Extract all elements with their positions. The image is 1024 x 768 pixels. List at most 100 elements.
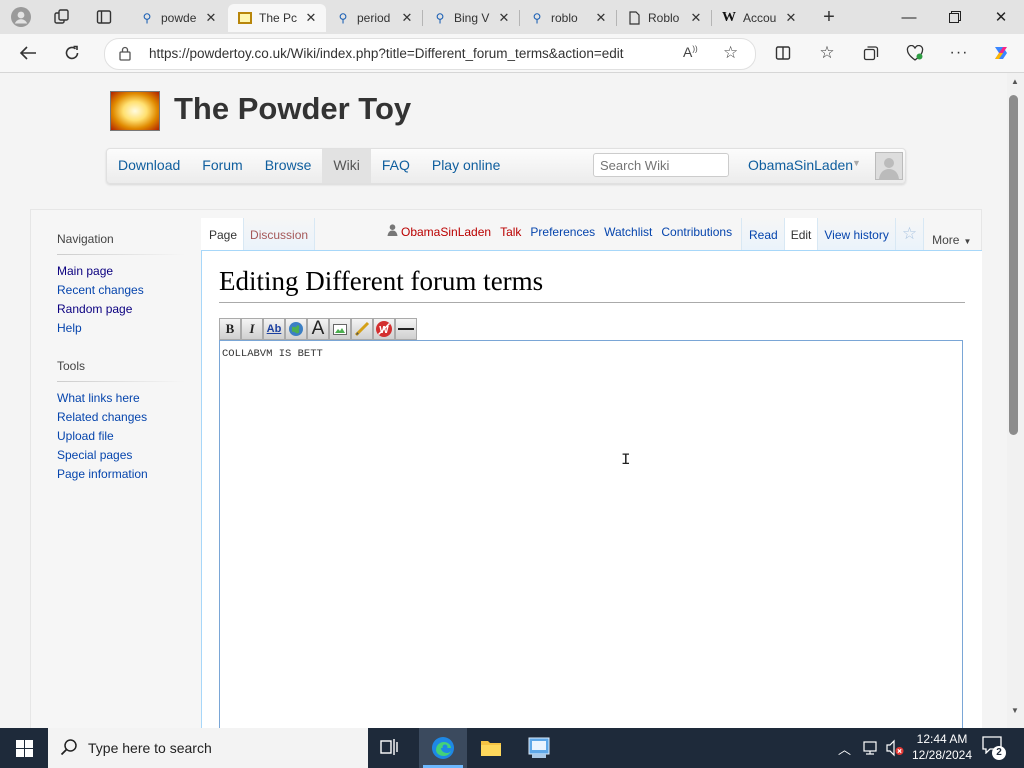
heading-button[interactable]: A: [307, 318, 329, 340]
nav-download[interactable]: Download: [107, 149, 191, 183]
more-menu-icon[interactable]: ···: [944, 39, 974, 67]
minimize-icon[interactable]: —: [886, 0, 932, 34]
browser-tab[interactable]: ⚲ Bing V ✕: [423, 4, 519, 32]
personal-username-link[interactable]: ObamaSinLaden: [401, 225, 491, 239]
sidebar-item-page-information[interactable]: Page information: [57, 465, 148, 484]
browser-tab[interactable]: ⚲ roblo ✕: [520, 4, 616, 32]
powder-toy-logo[interactable]: [110, 91, 160, 131]
close-tab-icon[interactable]: ✕: [592, 10, 610, 26]
more-menu[interactable]: More ▼: [923, 218, 974, 250]
taskbar-app-remote[interactable]: [515, 728, 563, 768]
copilot-icon[interactable]: [986, 39, 1016, 67]
clock[interactable]: 12:44 AM 12/28/2024: [910, 731, 974, 763]
browser-tab-title: powde: [161, 11, 197, 25]
chevron-down-icon[interactable]: ▼: [852, 158, 861, 168]
tab-read[interactable]: Read: [741, 218, 784, 250]
nav-browse[interactable]: Browse: [254, 149, 323, 183]
close-tab-icon[interactable]: ✕: [687, 10, 705, 26]
external-link-button[interactable]: [285, 318, 307, 340]
scroll-down-icon[interactable]: ▼: [1011, 706, 1019, 715]
browser-tab-title: roblo: [551, 11, 578, 25]
split-screen-icon[interactable]: [768, 39, 798, 67]
close-tab-icon[interactable]: ✕: [782, 10, 800, 26]
close-window-icon[interactable]: ✕: [978, 0, 1024, 34]
sidebar-item-main-page[interactable]: Main page: [57, 262, 144, 281]
sidebar-item-related-changes[interactable]: Related changes: [57, 408, 148, 427]
sidebar-item-what-links-here[interactable]: What links here: [57, 389, 148, 408]
nav-forum[interactable]: Forum: [191, 149, 253, 183]
nowiki-button[interactable]: W: [373, 318, 395, 340]
wiki-search-input[interactable]: [593, 153, 729, 177]
sidebar-item-help[interactable]: Help: [57, 319, 144, 338]
lock-icon[interactable]: [119, 46, 131, 64]
address-bar[interactable]: https://powdertoy.co.uk/Wiki/index.php?t…: [104, 38, 756, 70]
notifications-button[interactable]: 2: [982, 736, 1006, 760]
embedded-file-button[interactable]: [329, 318, 351, 340]
browser-essentials-icon[interactable]: [900, 39, 930, 67]
url-text[interactable]: https://powdertoy.co.uk/Wiki/index.php?t…: [149, 46, 624, 61]
network-icon[interactable]: [862, 739, 880, 760]
read-aloud-icon[interactable]: A)): [683, 44, 698, 60]
tab-page[interactable]: Page: [201, 218, 245, 250]
tab-view-history[interactable]: View history: [817, 218, 895, 250]
nav-wiki-active[interactable]: Wiki: [322, 149, 371, 183]
edit-toolbar: B I Ab A W: [219, 318, 417, 340]
personal-contributions-link[interactable]: Contributions: [661, 225, 732, 239]
internal-link-button[interactable]: Ab: [263, 318, 285, 340]
close-tab-icon[interactable]: ✕: [302, 10, 320, 26]
taskbar-app-edge[interactable]: [419, 728, 467, 768]
workspaces-icon[interactable]: [48, 6, 76, 28]
close-tab-icon[interactable]: ✕: [398, 10, 416, 26]
tab-discussion[interactable]: Discussion: [244, 218, 316, 250]
bold-button[interactable]: B: [219, 318, 241, 340]
browser-tab[interactable]: W Accou ✕: [712, 4, 806, 32]
browser-tab-title: Roblo: [648, 11, 680, 25]
scrollbar-thumb[interactable]: [1009, 95, 1018, 435]
nav-play-online[interactable]: Play online: [421, 149, 512, 183]
profile-icon[interactable]: [8, 6, 34, 28]
browser-tab-active[interactable]: The Pc ✕: [228, 4, 326, 32]
start-button[interactable]: [0, 728, 48, 768]
close-tab-icon[interactable]: ✕: [495, 10, 513, 26]
horizontal-line-button[interactable]: [395, 318, 417, 340]
page-scrollbar[interactable]: ▲ ▼: [1007, 73, 1024, 728]
restore-icon[interactable]: [932, 0, 978, 34]
favorites-icon[interactable]: ☆: [812, 39, 842, 67]
new-tab-icon[interactable]: +: [816, 5, 842, 29]
collections-icon[interactable]: [856, 39, 886, 67]
personal-talk-link[interactable]: Talk: [500, 225, 521, 239]
user-menu[interactable]: ObamaSinLaden: [748, 157, 853, 173]
browser-tab-title: Accou: [743, 11, 777, 25]
sidebar-item-recent-changes[interactable]: Recent changes: [57, 281, 144, 300]
sidebar-item-random-page[interactable]: Random page: [57, 300, 144, 319]
scroll-up-icon[interactable]: ▲: [1011, 77, 1019, 86]
italic-button[interactable]: I: [241, 318, 263, 340]
taskbar-app-file-explorer[interactable]: [467, 728, 515, 768]
user-icon: [387, 224, 398, 239]
browser-tab[interactable]: ⚲ period ✕: [326, 4, 422, 32]
sidebar-item-upload-file[interactable]: Upload file: [57, 427, 148, 446]
edit-textarea[interactable]: COLLABVM IS BETT: [219, 340, 963, 728]
taskbar-search-box[interactable]: Type here to search: [48, 728, 368, 768]
close-tab-icon[interactable]: ✕: [202, 10, 220, 26]
powder-toy-favicon: [238, 11, 252, 25]
sidebar-item-special-pages[interactable]: Special pages: [57, 446, 148, 465]
personal-preferences-link[interactable]: Preferences: [530, 225, 595, 239]
task-view-icon[interactable]: [378, 737, 404, 759]
tab-edit[interactable]: Edit: [783, 218, 818, 250]
nav-faq[interactable]: FAQ: [371, 149, 421, 183]
favorite-star-icon[interactable]: ☆: [723, 43, 738, 63]
back-icon[interactable]: [13, 39, 43, 67]
watch-star-icon[interactable]: ☆: [894, 218, 924, 250]
site-title[interactable]: The Powder Toy: [174, 91, 411, 127]
media-file-button[interactable]: [351, 318, 373, 340]
avatar[interactable]: [875, 152, 903, 180]
refresh-icon[interactable]: [57, 39, 87, 67]
browser-tab[interactable]: ⚲ powde ✕: [130, 4, 226, 32]
tab-actions-icon[interactable]: [90, 6, 118, 28]
chevron-up-icon[interactable]: ︿: [838, 739, 851, 758]
wiki-container: Navigation Main page Recent changes Rand…: [30, 209, 982, 728]
personal-watchlist-link[interactable]: Watchlist: [604, 225, 652, 239]
browser-tab[interactable]: Roblo ✕: [617, 4, 711, 32]
volume-muted-icon[interactable]: [885, 739, 905, 760]
